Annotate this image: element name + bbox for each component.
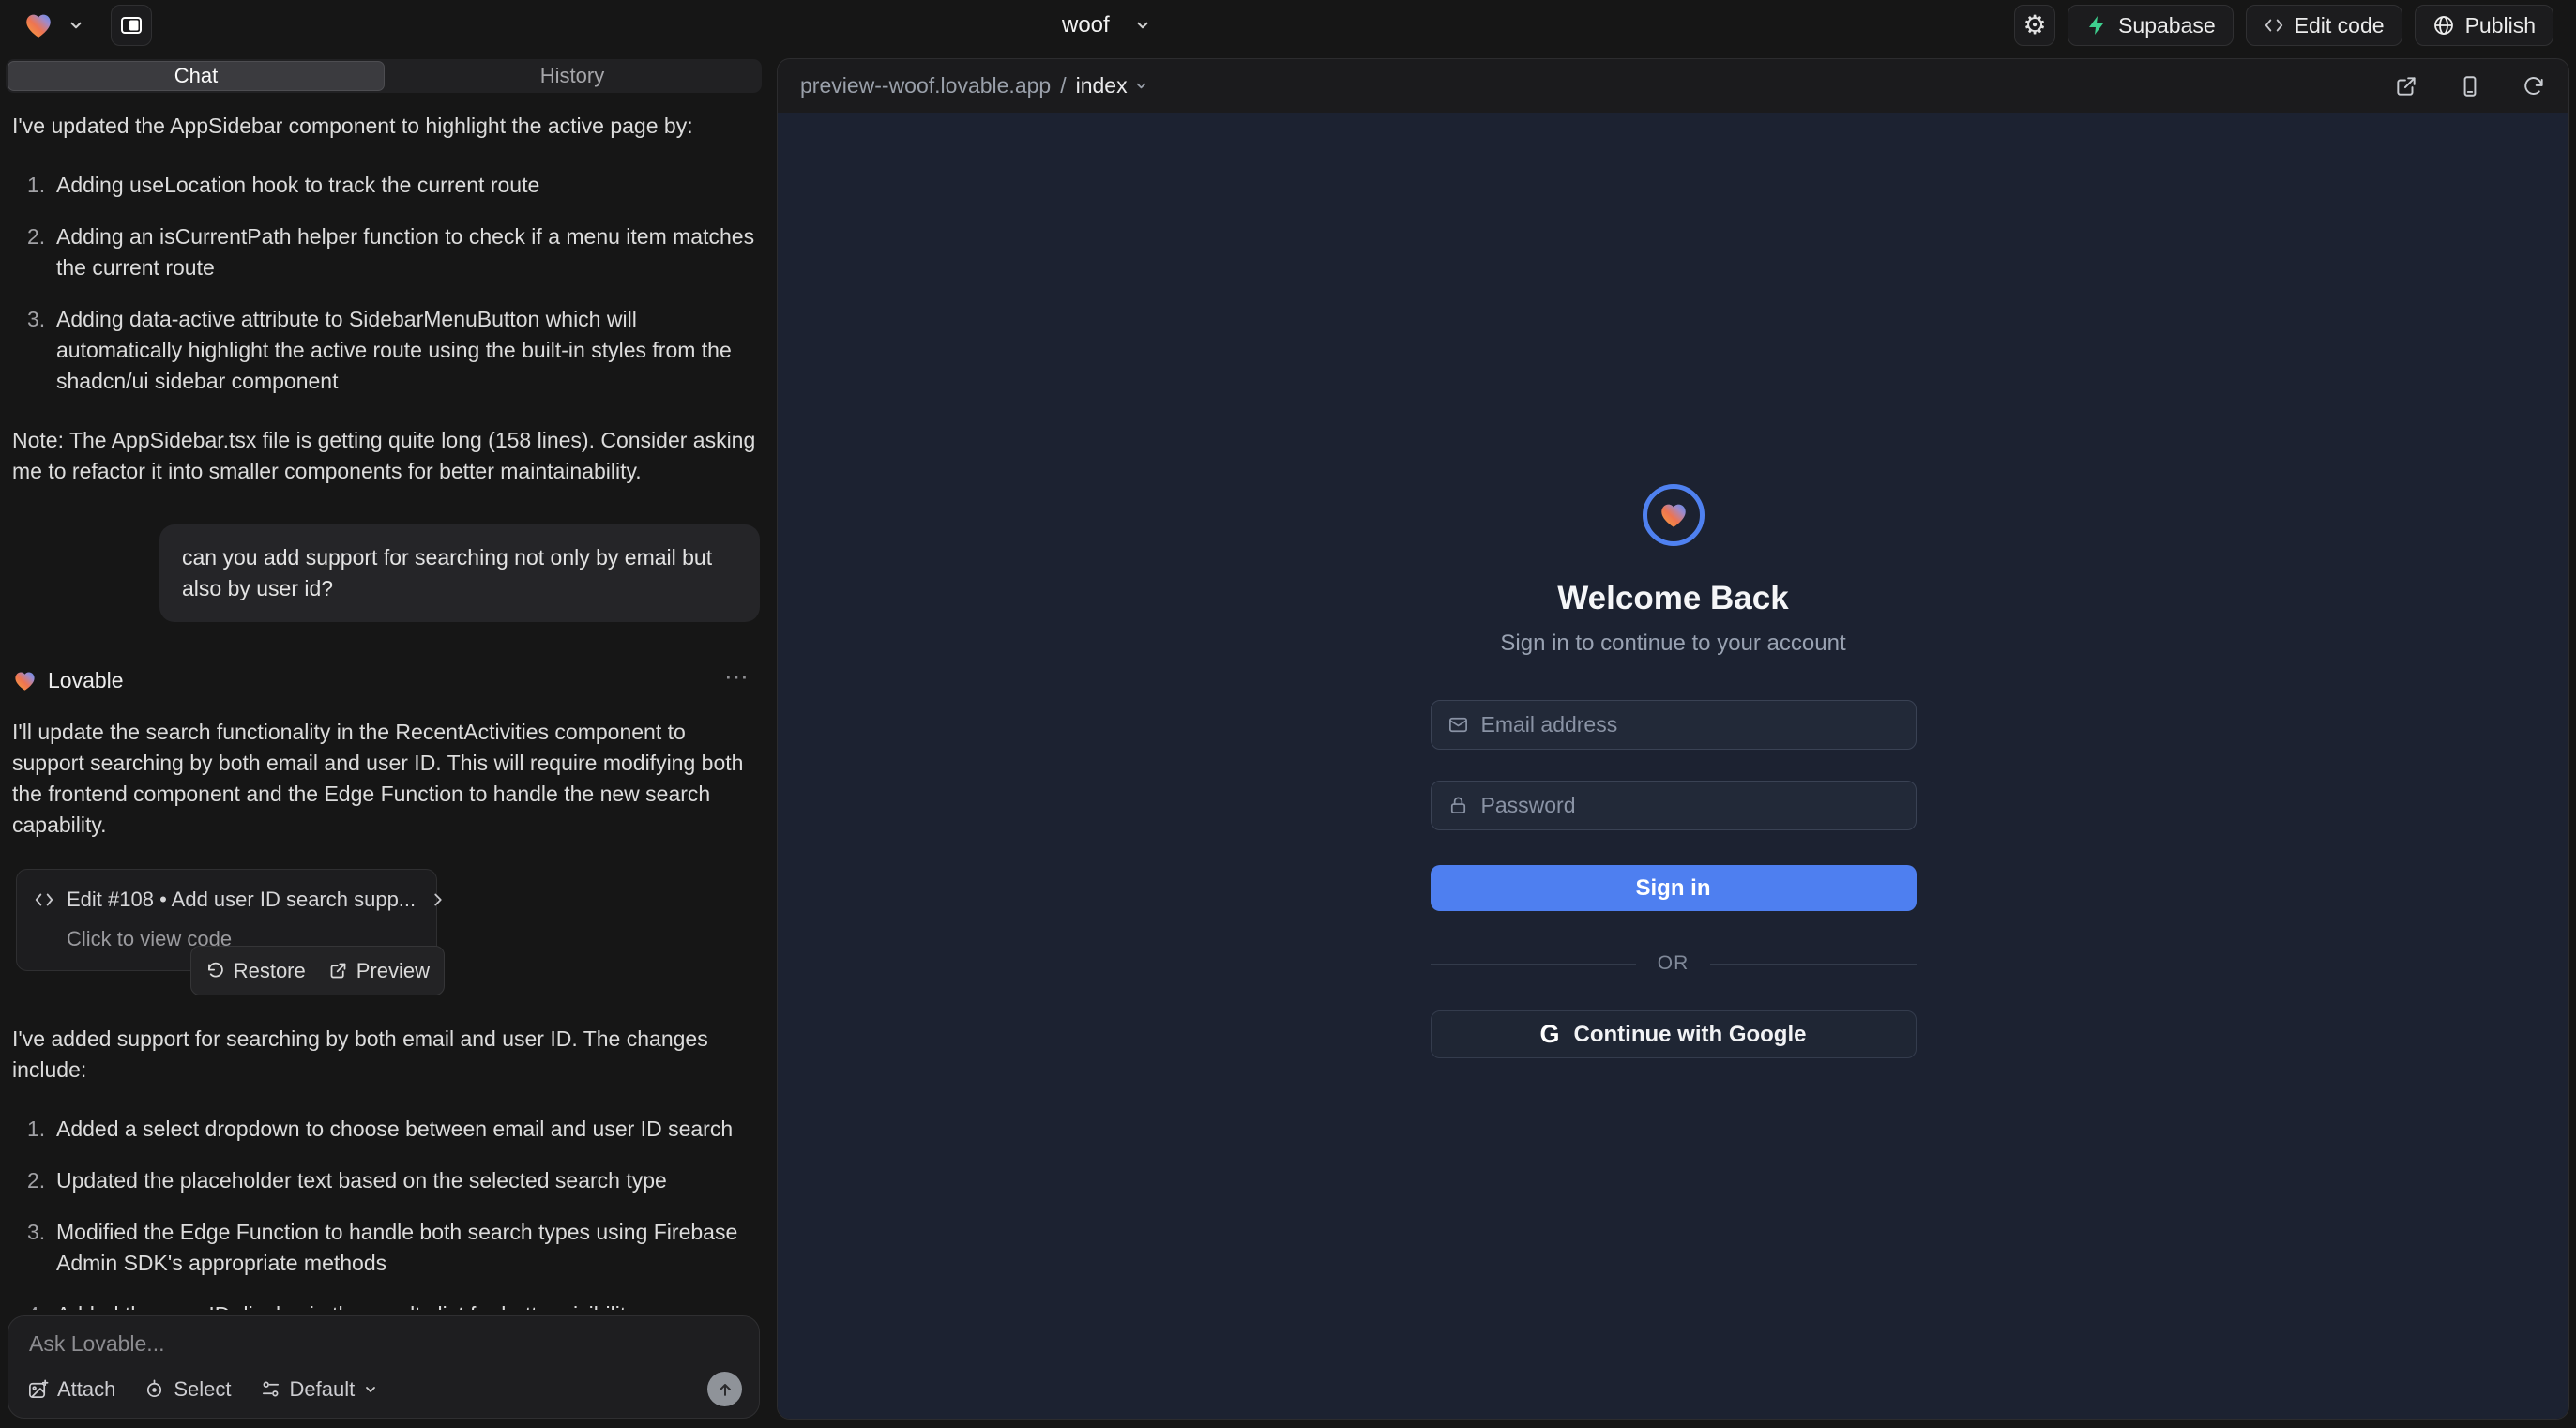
preview-label: Preview <box>356 955 430 986</box>
lock-icon <box>1447 795 1469 816</box>
code-brackets-icon <box>34 889 54 910</box>
assistant-message-header: Lovable ⋯ <box>12 665 760 696</box>
mode-selector[interactable]: Default <box>260 1377 379 1402</box>
or-divider: OR <box>1431 952 1917 975</box>
chat-messages[interactable]: I've updated the AppSidebar component to… <box>0 98 769 1310</box>
list-item: Adding useLocation hook to track the cur… <box>12 170 760 201</box>
password-field[interactable] <box>1431 781 1917 830</box>
assistant-list: Adding useLocation hook to track the cur… <box>12 170 760 397</box>
supabase-button[interactable]: Supabase <box>2068 5 2234 46</box>
settings-button[interactable]: ⚙ <box>2014 5 2055 46</box>
top-bar: woof ⚙ Supabase Edit code Pu <box>0 0 2576 51</box>
url-separator: / <box>1060 73 1066 99</box>
edit-code-button[interactable]: Edit code <box>2246 5 2402 46</box>
preview-url-host: preview--woof.lovable.app <box>800 73 1051 99</box>
preview-route-name: index <box>1076 73 1128 99</box>
edit-card-title: Edit #108 • Add user ID search supp... <box>67 884 416 915</box>
user-message-bubble: can you add support for searching not on… <box>159 524 760 622</box>
logo-chevron-down-icon[interactable] <box>68 17 84 34</box>
assistant-list: Added a select dropdown to choose betwee… <box>12 1114 760 1310</box>
page-subtitle: Sign in to continue to your account <box>1500 630 1845 657</box>
open-in-new-tab-icon[interactable] <box>2394 74 2418 99</box>
sign-in-button[interactable]: Sign in <box>1431 865 1917 911</box>
assistant-paragraph: I've added support for searching by both… <box>12 1024 760 1086</box>
google-g-icon: G <box>1540 1020 1560 1049</box>
route-chevron-down-icon <box>1134 79 1148 93</box>
chat-history-tabs: Chat History <box>6 59 762 93</box>
list-item: Added the user ID display in the results… <box>12 1299 760 1310</box>
list-item: Modified the Edge Function to handle bot… <box>12 1217 760 1279</box>
restore-icon <box>205 961 225 980</box>
heart-logo-icon <box>1658 499 1690 531</box>
globe-icon <box>2432 14 2455 37</box>
attach-button[interactable]: Attach <box>27 1377 115 1402</box>
sidebar-toggle-button[interactable] <box>111 5 152 46</box>
tab-chat[interactable]: Chat <box>8 61 385 91</box>
supabase-label: Supabase <box>2118 13 2216 38</box>
attach-label: Attach <box>57 1377 115 1402</box>
password-input[interactable] <box>1481 793 1900 818</box>
refresh-icon[interactable] <box>2522 74 2546 99</box>
preview-panel: preview--woof.lovable.app / index <box>777 58 2569 1420</box>
preview-url-bar: preview--woof.lovable.app / index <box>778 59 2568 113</box>
page-title: Welcome Back <box>1557 580 1788 617</box>
assistant-paragraph: I'll update the search functionality in … <box>12 717 760 841</box>
project-name: woof <box>1062 12 1110 38</box>
list-item: Added a select dropdown to choose betwee… <box>12 1114 760 1145</box>
project-chevron-down-icon <box>1134 17 1151 34</box>
google-button-label: Continue with Google <box>1574 1022 1807 1048</box>
google-sign-in-button[interactable]: G Continue with Google <box>1431 1010 1917 1058</box>
preview-viewport: Welcome Back Sign in to continue to your… <box>778 113 2568 1419</box>
assistant-paragraph: I've updated the AppSidebar component to… <box>12 111 760 142</box>
list-item: Updated the placeholder text based on th… <box>12 1165 760 1196</box>
edit-code-card[interactable]: Edit #108 • Add user ID search supp... C… <box>16 869 437 971</box>
chat-panel: Chat History I've updated the AppSidebar… <box>0 51 769 1428</box>
preview-route-selector[interactable]: index <box>1076 73 1148 99</box>
preview-button[interactable]: Preview <box>328 955 430 986</box>
list-item: Adding data-active attribute to SidebarM… <box>12 304 760 397</box>
select-label: Select <box>174 1377 231 1402</box>
attach-image-icon <box>27 1378 49 1400</box>
email-field[interactable] <box>1431 700 1917 750</box>
open-preview-icon <box>328 961 348 980</box>
restore-label: Restore <box>234 955 306 986</box>
app-logo <box>1643 484 1705 546</box>
assistant-name: Lovable <box>48 665 124 696</box>
supabase-bolt-icon <box>2085 14 2108 37</box>
panel-left-icon <box>119 14 144 37</box>
divider-line <box>1431 964 1636 965</box>
select-element-button[interactable]: Select <box>144 1377 231 1402</box>
tab-history[interactable]: History <box>385 61 760 91</box>
project-switcher[interactable]: woof <box>1062 0 1151 51</box>
send-button[interactable] <box>707 1372 742 1406</box>
restore-button[interactable]: Restore <box>205 955 306 986</box>
mail-icon <box>1447 714 1469 736</box>
message-more-menu-icon[interactable]: ⋯ <box>724 661 750 692</box>
assistant-note: Note: The AppSidebar.tsx file is getting… <box>12 425 760 487</box>
edit-card-actions: Restore Preview <box>190 946 445 995</box>
gear-icon: ⚙ <box>2023 12 2047 38</box>
divider-line <box>1710 964 1916 965</box>
code-brackets-icon <box>2264 15 2284 36</box>
publish-label: Publish <box>2465 13 2536 38</box>
mode-label: Default <box>290 1377 356 1402</box>
arrow-up-icon <box>716 1380 735 1399</box>
sliders-icon <box>260 1378 281 1400</box>
lovable-avatar-icon <box>12 668 38 693</box>
mode-chevron-down-icon <box>363 1382 378 1397</box>
email-input[interactable] <box>1481 712 1900 737</box>
lovable-logo-icon[interactable] <box>23 9 54 41</box>
divider-label: OR <box>1658 952 1690 975</box>
chevron-right-icon <box>428 889 448 910</box>
chat-input[interactable] <box>29 1331 740 1369</box>
user-message-text: can you add support for searching not on… <box>182 545 712 600</box>
publish-button[interactable]: Publish <box>2415 5 2553 46</box>
list-item: Adding an isCurrentPath helper function … <box>12 221 760 283</box>
mobile-view-icon[interactable] <box>2458 74 2482 99</box>
edit-code-label: Edit code <box>2295 13 2385 38</box>
target-icon <box>144 1378 165 1400</box>
sign-in-card: Welcome Back Sign in to continue to your… <box>1431 484 1917 1058</box>
chat-composer: Attach Select Default <box>8 1315 760 1419</box>
